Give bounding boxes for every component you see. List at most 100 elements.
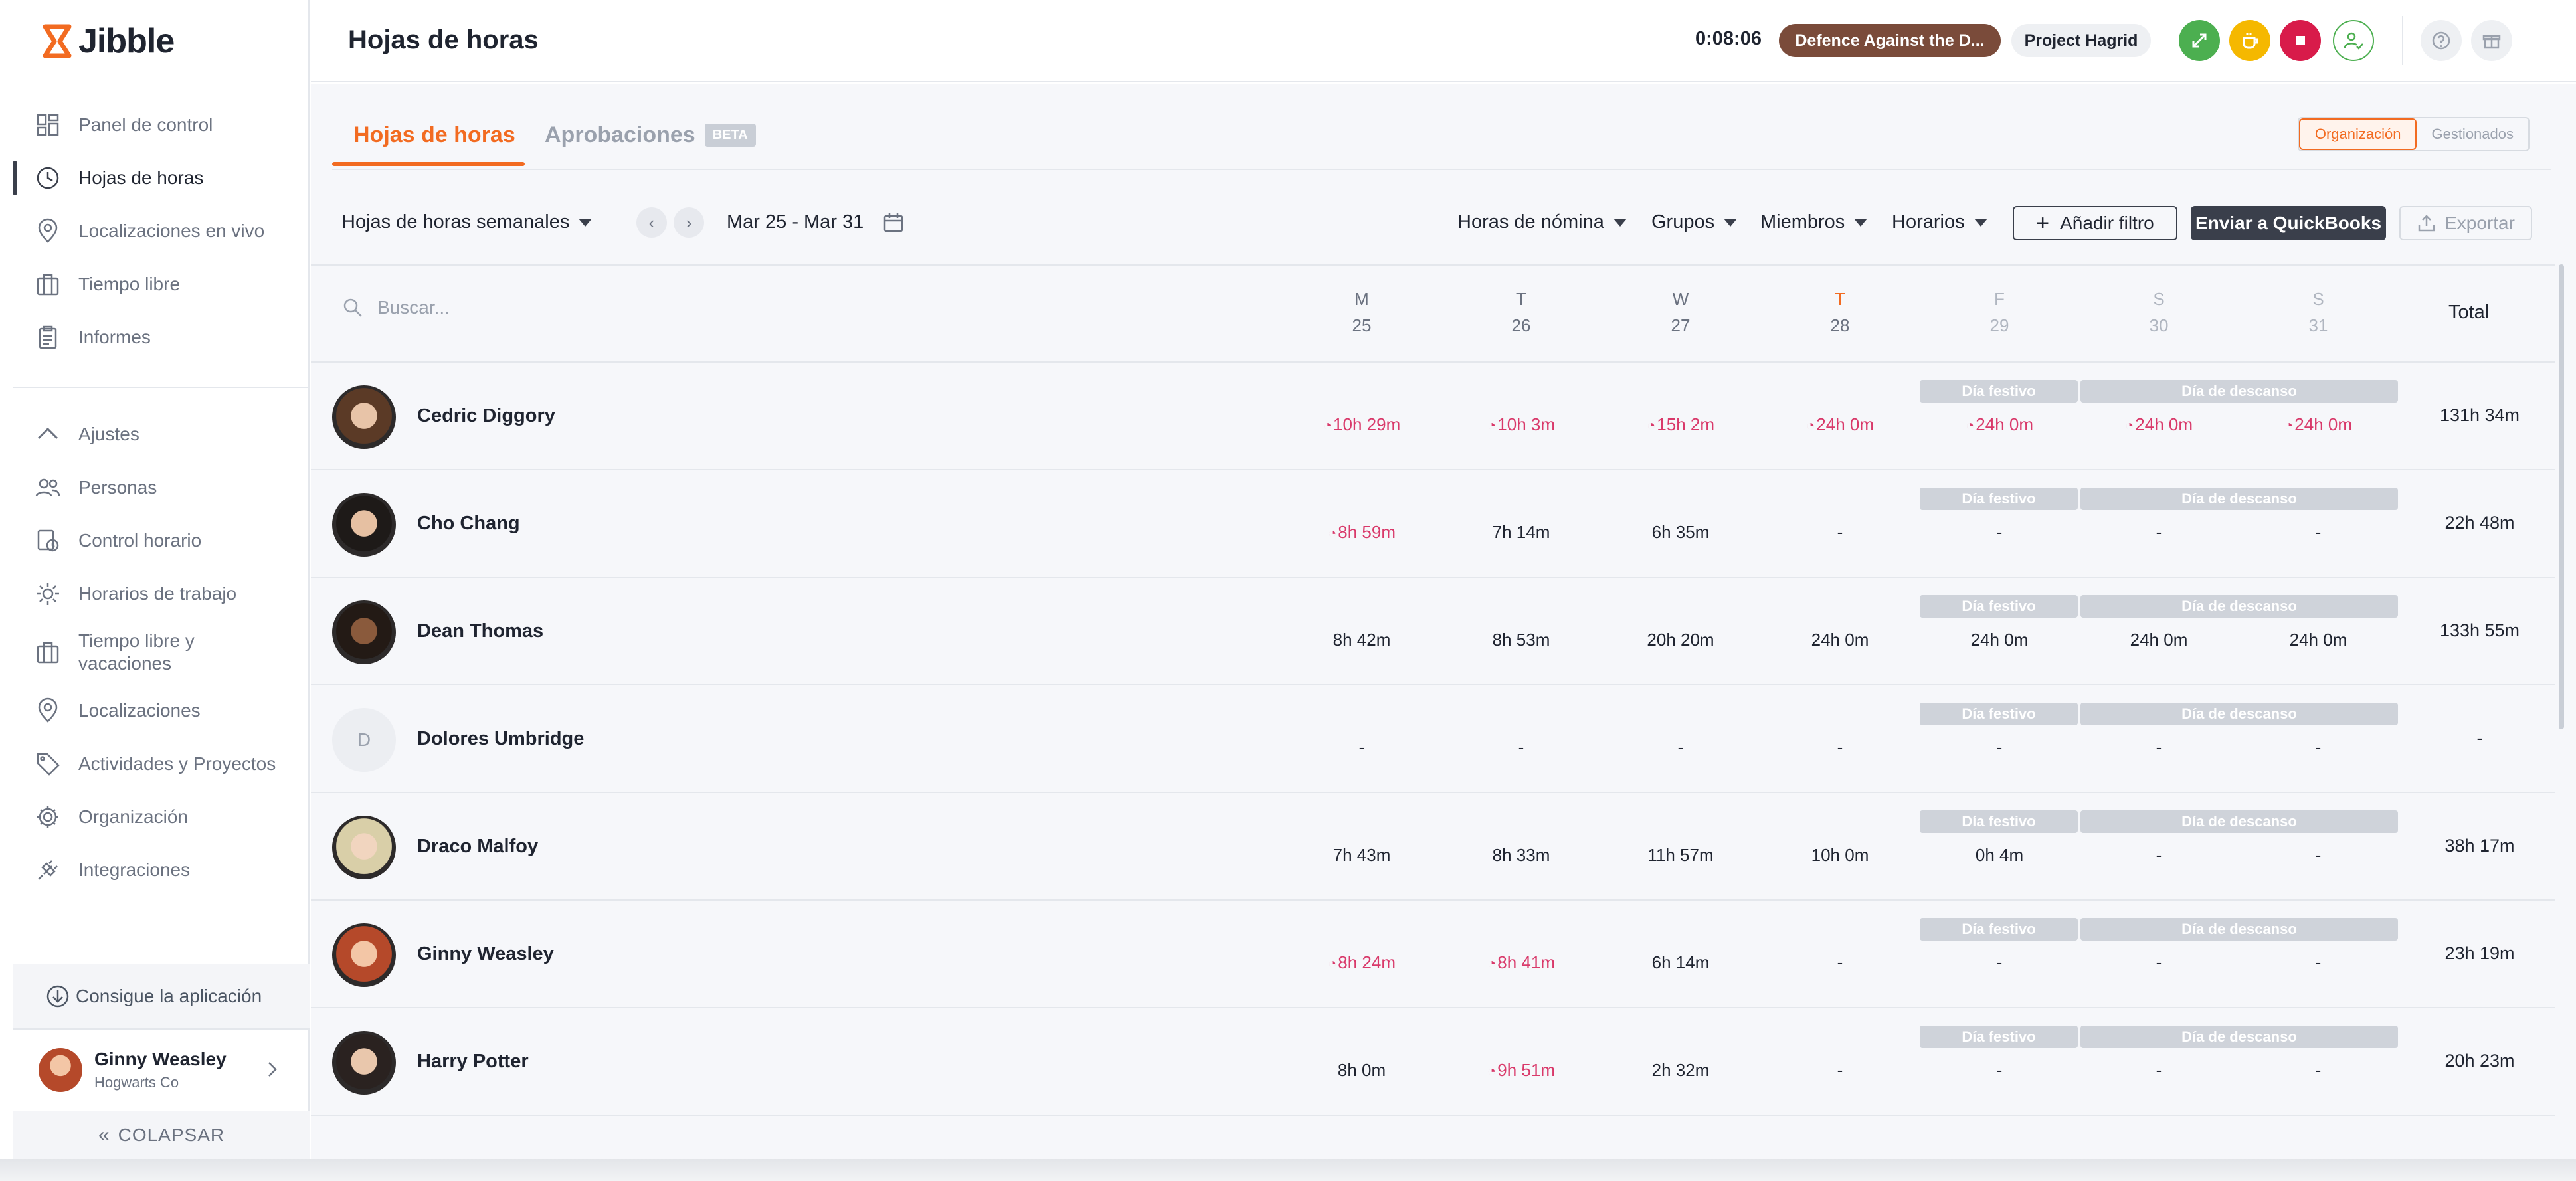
sidebar-item-timesheets[interactable]: Hojas de horas: [13, 151, 310, 205]
day-hours-cell[interactable]: -: [2252, 953, 2385, 973]
day-hours-cell[interactable]: -: [2092, 522, 2225, 543]
day-hours-cell[interactable]: 24h 0m: [1933, 630, 2066, 650]
jibble-logo[interactable]: Jibble: [43, 20, 175, 62]
day-hours-cell[interactable]: -: [2092, 845, 2225, 865]
day-hours-cell[interactable]: -: [1774, 737, 1906, 758]
table-row[interactable]: Harry Potter Día festivo Día de descanso 8h…: [311, 1008, 2555, 1116]
members-dropdown[interactable]: Miembros: [1760, 211, 1868, 233]
day-hours-cell[interactable]: 24h 0m: [1774, 630, 1906, 650]
stop-timer-button[interactable]: [2280, 20, 2321, 61]
toggle-managed[interactable]: Gestionados: [2417, 118, 2528, 150]
day-hours-cell[interactable]: 20h 20m: [1614, 630, 1747, 650]
day-hours-cell[interactable]: 8h 33m: [1455, 845, 1588, 865]
member-name[interactable]: Cedric Diggory: [417, 405, 555, 427]
day-hours-cell[interactable]: -: [2252, 737, 2385, 758]
sidebar-item-time-tracking[interactable]: Control horario: [13, 514, 310, 567]
day-hours-cell[interactable]: 24h 0m: [2092, 414, 2225, 435]
user-profile[interactable]: Ginny Weasley Hogwarts Co: [13, 1028, 310, 1111]
member-name[interactable]: Ginny Weasley: [417, 943, 554, 965]
get-app-button[interactable]: Consigue la aplicación: [13, 964, 310, 1028]
member-name[interactable]: Draco Malfoy: [417, 836, 538, 858]
member-name[interactable]: Dean Thomas: [417, 620, 543, 642]
clock-in-member-button[interactable]: [2333, 20, 2374, 61]
day-hours-cell[interactable]: -: [2092, 1060, 2225, 1081]
day-hours-cell[interactable]: 10h 0m: [1774, 845, 1906, 865]
day-hours-cell[interactable]: -: [1774, 1060, 1906, 1081]
sidebar-item-activities-projects[interactable]: Actividades y Proyectos: [13, 737, 310, 790]
day-hours-cell[interactable]: -: [1774, 953, 1906, 973]
day-hours-cell[interactable]: 24h 0m: [1933, 414, 2066, 435]
sidebar-item-work-schedules[interactable]: Horarios de trabajo: [13, 567, 310, 620]
day-hours-cell[interactable]: 2h 32m: [1614, 1060, 1747, 1081]
next-week-button[interactable]: ›: [674, 207, 704, 238]
day-hours-cell[interactable]: -: [2092, 953, 2225, 973]
day-hours-cell[interactable]: 6h 14m: [1614, 953, 1747, 973]
day-hours-cell[interactable]: 8h 42m: [1295, 630, 1428, 650]
table-row[interactable]: Cho Chang Día festivoDía de descanso 8h 59…: [311, 470, 2555, 578]
tab-approvals[interactable]: Aprobaciones BETA: [545, 122, 756, 148]
day-hours-cell[interactable]: 7h 43m: [1295, 845, 1428, 865]
day-hours-cell[interactable]: -: [1295, 737, 1428, 758]
day-hours-cell[interactable]: 8h 53m: [1455, 630, 1588, 650]
sidebar-item-time-off-holidays[interactable]: Tiempo libre y vacaciones: [13, 620, 310, 684]
day-hours-cell[interactable]: -: [1774, 522, 1906, 543]
day-hours-cell[interactable]: 9h 51m: [1455, 1060, 1588, 1081]
day-hours-cell[interactable]: 24h 0m: [2252, 630, 2385, 650]
activity-pill[interactable]: Defence Against the D...: [1779, 24, 2001, 57]
help-button[interactable]: [2421, 20, 2462, 61]
day-hours-cell[interactable]: -: [1933, 737, 2066, 758]
day-hours-cell[interactable]: 0h 4m: [1933, 845, 2066, 865]
day-hours-cell[interactable]: -: [1455, 737, 1588, 758]
day-hours-cell[interactable]: -: [1933, 522, 2066, 543]
sidebar-item-time-off[interactable]: Tiempo libre: [13, 258, 310, 311]
sidebar-item-settings[interactable]: Ajustes: [13, 408, 310, 461]
day-hours-cell[interactable]: 11h 57m: [1614, 845, 1747, 865]
export-button[interactable]: Exportar: [2399, 206, 2532, 240]
sidebar-item-live-locations[interactable]: Localizaciones en vivo: [13, 205, 310, 258]
sidebar-item-locations[interactable]: Localizaciones: [13, 684, 310, 737]
break-button[interactable]: [2229, 20, 2270, 61]
day-hours-cell[interactable]: -: [1933, 1060, 2066, 1081]
scrollbar[interactable]: [2559, 264, 2564, 729]
schedules-dropdown[interactable]: Horarios: [1892, 211, 1987, 233]
day-hours-cell[interactable]: 8h 41m: [1455, 953, 1588, 973]
sidebar-item-dashboard[interactable]: Panel de control: [13, 98, 310, 151]
day-hours-cell[interactable]: -: [2252, 522, 2385, 543]
prev-week-button[interactable]: ‹: [636, 207, 667, 238]
day-hours-cell[interactable]: -: [2252, 845, 2385, 865]
sidebar-item-integrations[interactable]: Integraciones: [13, 844, 310, 897]
day-hours-cell[interactable]: -: [2252, 1060, 2385, 1081]
date-range[interactable]: Mar 25 - Mar 31: [727, 211, 864, 233]
day-hours-cell[interactable]: 24h 0m: [2092, 630, 2225, 650]
day-hours-cell[interactable]: -: [2092, 737, 2225, 758]
sidebar-item-people[interactable]: Personas: [13, 461, 310, 514]
table-row[interactable]: Dean Thomas Día festivo Día de descanso 8h …: [311, 578, 2555, 685]
day-hours-cell[interactable]: 7h 14m: [1455, 522, 1588, 543]
day-hours-cell[interactable]: 8h 59m: [1295, 522, 1428, 543]
table-row[interactable]: Cedric Diggory Día festivo Día de descanso…: [311, 363, 2555, 470]
search-input[interactable]: Buscar...: [341, 296, 450, 319]
member-name[interactable]: Dolores Umbridge: [417, 728, 584, 750]
groups-dropdown[interactable]: Grupos: [1651, 211, 1738, 233]
day-hours-cell[interactable]: 6h 35m: [1614, 522, 1747, 543]
member-name[interactable]: Cho Chang: [417, 513, 520, 535]
sidebar-item-organization[interactable]: Organización: [13, 790, 310, 844]
table-row[interactable]: Draco Malfoy Día festivo Día de descanso 7h…: [311, 793, 2555, 901]
send-quickbooks-button[interactable]: Enviar a QuickBooks: [2191, 206, 2386, 240]
payroll-hours-dropdown[interactable]: Horas de nómina: [1457, 211, 1627, 233]
day-hours-cell[interactable]: 8h 0m: [1295, 1060, 1428, 1081]
period-dropdown[interactable]: Hojas de horas semanales: [341, 211, 593, 233]
table-row[interactable]: D Dolores Umbridge Día festivo Día de desca…: [311, 685, 2555, 793]
day-hours-cell[interactable]: 24h 0m: [2252, 414, 2385, 435]
switch-activity-button[interactable]: [2179, 20, 2220, 61]
project-pill[interactable]: Project Hagrid: [2011, 24, 2151, 57]
day-hours-cell[interactable]: 24h 0m: [1774, 414, 1906, 435]
day-hours-cell[interactable]: -: [1614, 737, 1747, 758]
day-hours-cell[interactable]: 8h 24m: [1295, 953, 1428, 973]
tab-timesheets[interactable]: Hojas de horas: [353, 122, 515, 148]
table-row[interactable]: Ginny Weasley Día festivoDía de descanso 8…: [311, 901, 2555, 1008]
collapse-button[interactable]: « COLAPSAR: [13, 1111, 310, 1159]
add-filter-button[interactable]: + Añadir filtro: [2013, 206, 2177, 240]
day-hours-cell[interactable]: -: [1933, 953, 2066, 973]
toggle-organization[interactable]: Organización: [2298, 118, 2417, 150]
